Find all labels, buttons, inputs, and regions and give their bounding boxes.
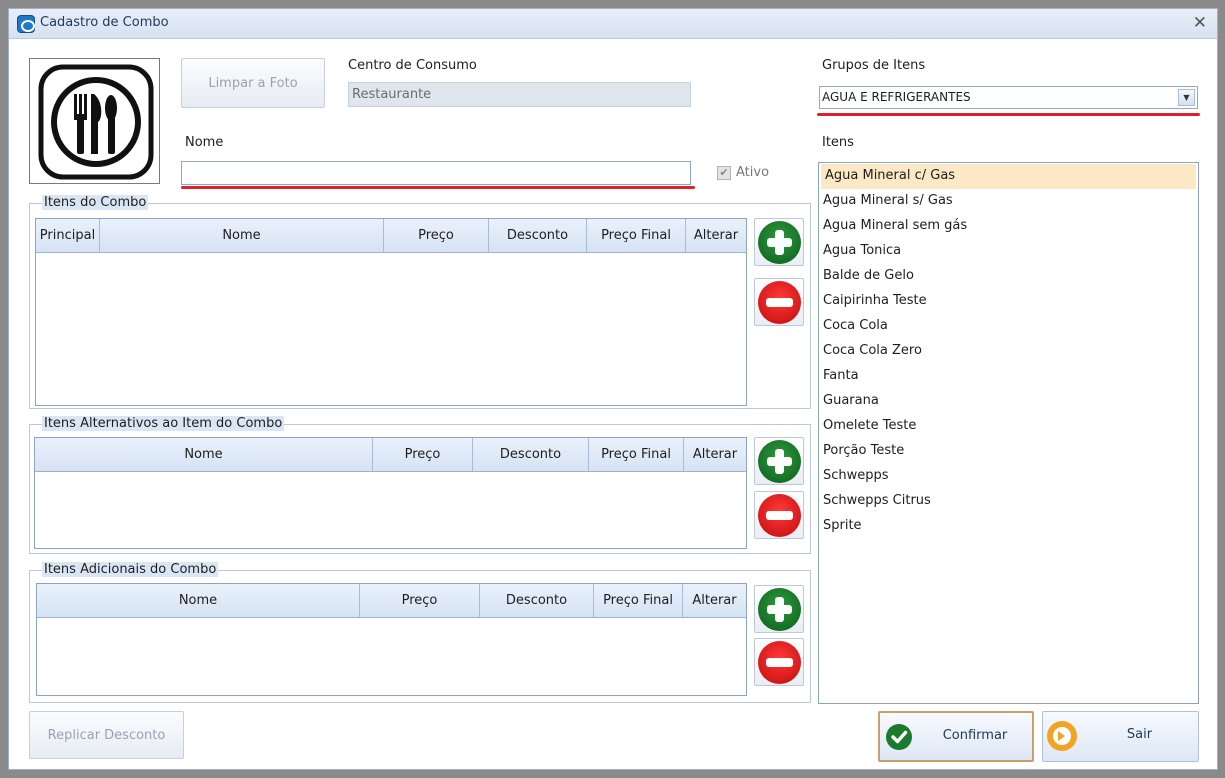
column-preco-final[interactable]: Preço Final [594,584,683,617]
itens-combo-grid[interactable]: Principal Nome Preço Desconto Preço Fina… [35,218,747,406]
exit-button[interactable]: Sair [1042,711,1199,762]
itens-combo-header: Principal Nome Preço Desconto Preço Fina… [36,219,746,253]
itens-combo-group: Itens do Combo Principal Nome Preço Desc… [29,195,811,409]
column-preco[interactable]: Preço [360,584,480,617]
column-preco[interactable]: Preço [373,438,473,471]
column-preco[interactable]: Preço [384,219,489,252]
close-icon[interactable]: ✕ [1193,13,1207,33]
remove-combo-item-button[interactable] [754,278,804,326]
itens-alternativos-title: Itens Alternativos ao Item do Combo [42,416,285,431]
column-alterar[interactable]: Alterar [683,584,746,617]
centro-consumo-field: Restaurante [348,82,691,107]
nome-label: Nome [185,135,224,150]
grupos-dropdown[interactable]: AGUA E REFRIGERANTES ▼ [819,86,1198,109]
centro-consumo-label: Centro de Consumo [348,58,477,73]
clear-photo-label: Limpar a Foto [208,75,298,91]
app-icon [17,15,35,33]
column-nome[interactable]: Nome [100,219,384,252]
itens-combo-title: Itens do Combo [42,195,149,210]
combo-dialog: Cadastro de Combo ✕ Limpar a Foto Centro… [8,8,1218,770]
column-desconto[interactable]: Desconto [480,584,594,617]
grupos-required-underline [817,113,1200,116]
remove-alternative-item-button[interactable] [754,491,804,539]
nome-required-underline [181,186,695,189]
chevron-down-icon[interactable]: ▼ [1178,89,1195,106]
itens-adicionais-group: Itens Adicionais do Combo Nome Preço Des… [29,562,811,703]
list-item[interactable]: Porção Teste [819,439,1198,464]
plus-icon [758,440,801,483]
exit-arrow-icon [1047,721,1077,751]
list-item[interactable]: Agua Tonica [819,239,1198,264]
window-title: Cadastro de Combo [40,15,169,30]
list-item[interactable]: Coca Cola [819,314,1198,339]
list-item[interactable]: Omelete Teste [819,414,1198,439]
column-preco-final[interactable]: Preço Final [589,438,684,471]
plus-icon [758,221,801,264]
itens-adicionais-grid[interactable]: Nome Preço Desconto Preço Final Alterar [36,583,747,696]
list-item[interactable]: Schwepps [819,464,1198,489]
minus-icon [758,494,801,537]
title-bar: Cadastro de Combo ✕ [9,9,1217,39]
grupos-selected-value: AGUA E REFRIGERANTES [822,90,971,104]
combo-photo[interactable] [29,58,160,184]
itens-adicionais-title: Itens Adicionais do Combo [42,562,219,577]
replicar-desconto-button[interactable]: Replicar Desconto [29,711,184,759]
itens-list[interactable]: Agua Mineral c/ Gas Agua Mineral s/ Gas … [818,162,1199,704]
ativo-checkbox[interactable]: ✔ [717,166,731,180]
list-item[interactable]: Caipirinha Teste [819,289,1198,314]
list-item[interactable]: Balde de Gelo [819,264,1198,289]
column-desconto[interactable]: Desconto [489,219,587,252]
column-alterar[interactable]: Alterar [686,219,746,252]
check-icon [886,724,912,750]
add-additional-item-button[interactable] [754,585,804,633]
list-item[interactable]: Schwepps Citrus [819,489,1198,514]
column-alterar[interactable]: Alterar [684,438,746,471]
add-combo-item-button[interactable] [754,218,804,266]
column-nome[interactable]: Nome [35,438,373,471]
exit-label: Sair [1126,727,1153,742]
plus-icon [758,588,801,631]
remove-additional-item-button[interactable] [754,638,804,686]
add-alternative-item-button[interactable] [754,437,804,485]
grupos-label: Grupos de Itens [822,58,926,73]
list-item[interactable]: Agua Mineral sem gás [819,214,1198,239]
itens-adicionais-header: Nome Preço Desconto Preço Final Alterar [37,584,746,618]
clear-photo-button[interactable]: Limpar a Foto [181,58,325,108]
cutlery-icon [38,64,154,180]
confirm-button[interactable]: Confirmar [878,711,1034,762]
confirm-label: Confirmar [942,728,1008,743]
itens-alternativos-header: Nome Preço Desconto Preço Final Alterar [35,438,746,472]
column-nome[interactable]: Nome [37,584,360,617]
column-preco-final[interactable]: Preço Final [587,219,686,252]
ativo-label: Ativo [736,165,770,180]
list-item[interactable]: Fanta [819,364,1198,389]
column-desconto[interactable]: Desconto [473,438,589,471]
list-item[interactable]: Sprite [819,514,1198,539]
minus-icon [758,281,801,324]
column-principal[interactable]: Principal [36,219,100,252]
replicar-desconto-label: Replicar Desconto [47,727,166,743]
list-item[interactable]: Agua Mineral s/ Gas [819,189,1198,214]
minus-icon [758,641,801,684]
itens-label: Itens [822,135,854,150]
nome-input[interactable] [181,161,691,185]
list-item[interactable]: Coca Cola Zero [819,339,1198,364]
list-item[interactable]: Agua Mineral c/ Gas [821,164,1196,189]
itens-alternativos-group: Itens Alternativos ao Item do Combo Nome… [29,416,811,554]
list-item[interactable]: Guarana [819,389,1198,414]
itens-alternativos-grid[interactable]: Nome Preço Desconto Preço Final Alterar [34,437,747,549]
